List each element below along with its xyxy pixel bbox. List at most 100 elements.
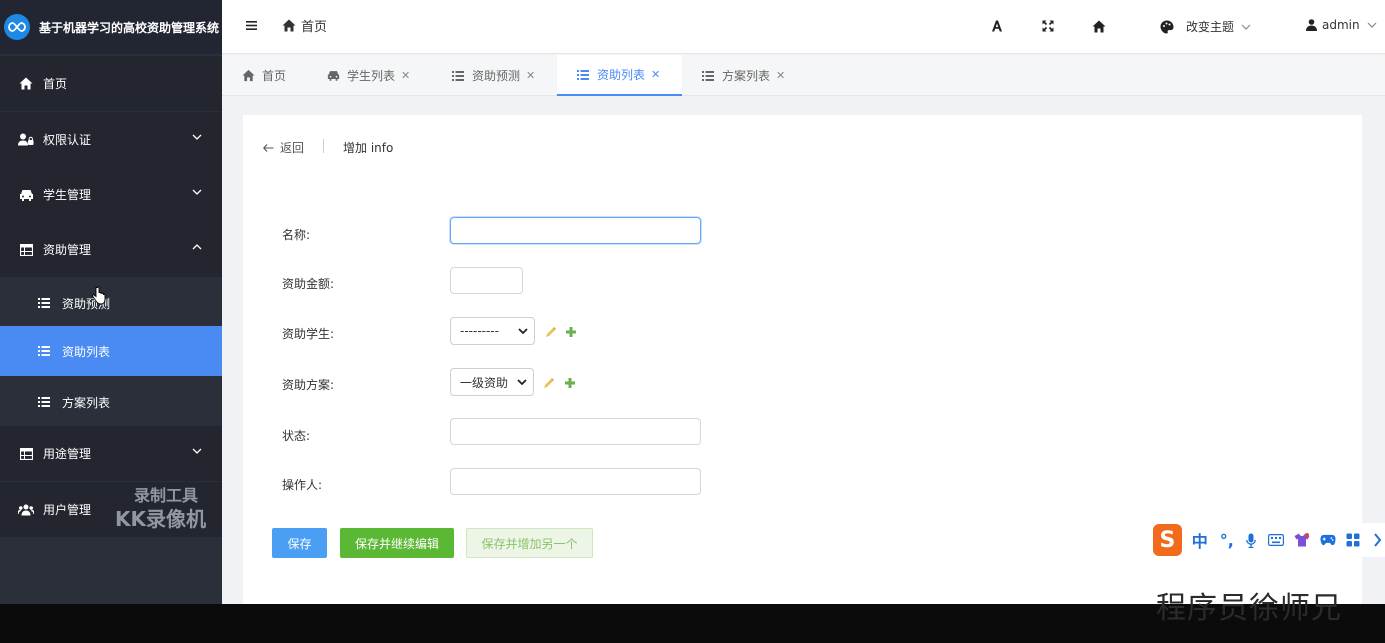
ime-punctuation[interactable]: °, bbox=[1220, 531, 1234, 550]
home-icon bbox=[282, 18, 297, 33]
list-icon bbox=[577, 68, 590, 81]
tab-home[interactable]: 首页 bbox=[222, 55, 307, 96]
ime-toolbar: S 中 °, bbox=[1152, 523, 1385, 557]
sogou-logo-icon[interactable]: S bbox=[1153, 524, 1182, 556]
save-and-add-another-button[interactable]: 保存并增加另一个 bbox=[466, 528, 593, 558]
close-icon[interactable]: ✕ bbox=[776, 69, 785, 82]
home-icon bbox=[18, 76, 34, 92]
amount-input[interactable] bbox=[450, 267, 523, 294]
list-icon bbox=[702, 69, 715, 82]
home-shortcut-icon[interactable] bbox=[1091, 18, 1107, 34]
plan-select-value: 一级资助 bbox=[460, 375, 509, 390]
apps-grid-icon[interactable] bbox=[1346, 532, 1360, 548]
gamepad-icon[interactable] bbox=[1320, 532, 1336, 548]
amount-label: 资助金额: bbox=[282, 277, 335, 291]
chevron-up-icon bbox=[192, 244, 202, 250]
mouse-cursor-icon bbox=[92, 286, 106, 305]
tab-label: 首页 bbox=[262, 69, 287, 83]
app-window: 基于机器学习的高校资助管理系统 首页 权限认证 学生管理 资助管理 资助预测 资… bbox=[0, 0, 1385, 604]
users-icon bbox=[18, 502, 34, 518]
divider bbox=[323, 139, 324, 153]
close-icon[interactable]: ✕ bbox=[651, 68, 660, 81]
sidebar-item-students[interactable]: 学生管理 bbox=[0, 167, 222, 222]
table-icon bbox=[18, 446, 34, 462]
chevron-down-icon bbox=[518, 328, 528, 335]
status-label: 状态: bbox=[282, 429, 311, 443]
list-icon bbox=[38, 396, 50, 408]
sidebar-item-label: 用途管理 bbox=[43, 447, 92, 461]
tab-label: 资助列表 bbox=[597, 68, 646, 82]
sidebar-item-label: 权限认证 bbox=[43, 133, 92, 147]
list-icon bbox=[38, 297, 50, 309]
breadcrumb[interactable]: 首页 bbox=[282, 16, 327, 35]
sidebar-item-label: 学生管理 bbox=[43, 188, 92, 202]
user-menu[interactable]: admin bbox=[1306, 18, 1377, 32]
tab-funding-list[interactable]: 资助列表 ✕ bbox=[557, 55, 682, 96]
home-icon bbox=[242, 69, 255, 82]
chevron-down-icon bbox=[517, 379, 527, 386]
tab-label: 方案列表 bbox=[722, 69, 771, 83]
font-size-icon[interactable] bbox=[989, 18, 1005, 34]
name-label: 名称: bbox=[282, 228, 311, 242]
tab-student-list[interactable]: 学生列表 ✕ bbox=[307, 55, 432, 96]
name-input[interactable] bbox=[450, 217, 701, 244]
tab-funding-prediction[interactable]: 资助预测 ✕ bbox=[432, 55, 557, 96]
save-and-continue-button[interactable]: 保存并继续编辑 bbox=[340, 528, 454, 558]
sidebar-subitem-label: 资助列表 bbox=[62, 344, 111, 359]
sidebar-subitem-plan-list[interactable]: 方案列表 bbox=[0, 377, 222, 427]
recorder-watermark-line2: KK录像机 bbox=[115, 507, 206, 531]
add-plus-icon[interactable] bbox=[564, 377, 576, 389]
fullscreen-icon[interactable] bbox=[1040, 18, 1056, 34]
tab-label: 资助预测 bbox=[472, 69, 521, 83]
user-icon bbox=[1306, 19, 1317, 31]
tab-plan-list[interactable]: 方案列表 ✕ bbox=[682, 55, 807, 96]
edit-pencil-icon[interactable] bbox=[543, 377, 555, 389]
menu-toggle-icon[interactable] bbox=[246, 20, 257, 31]
sidebar-item-permissions[interactable]: 权限认证 bbox=[0, 112, 222, 167]
sidebar-item-funding[interactable]: 资助管理 bbox=[0, 222, 222, 277]
app-title: 基于机器学习的高校资助管理系统 bbox=[39, 20, 220, 35]
author-watermark: 程序员徐师兄 bbox=[1156, 591, 1342, 626]
sidebar-item-label: 首页 bbox=[43, 77, 68, 91]
skin-shirt-icon[interactable] bbox=[1294, 532, 1310, 548]
student-select[interactable]: --------- bbox=[450, 317, 535, 345]
plan-label: 资助方案: bbox=[282, 378, 335, 392]
keyboard-icon[interactable] bbox=[1268, 532, 1285, 548]
edit-pencil-icon[interactable] bbox=[545, 326, 557, 338]
list-icon bbox=[452, 69, 465, 82]
status-input[interactable] bbox=[450, 418, 701, 445]
sidebar-subitem-funding-list[interactable]: 资助列表 bbox=[0, 326, 222, 376]
plan-select[interactable]: 一级资助 bbox=[450, 368, 534, 396]
microphone-icon[interactable] bbox=[1244, 532, 1258, 548]
user-name: admin bbox=[1322, 18, 1360, 32]
palette-icon bbox=[1160, 20, 1174, 33]
chevron-down-icon bbox=[1241, 24, 1251, 30]
back-label: 返回 bbox=[280, 141, 305, 155]
page-title: 增加 info bbox=[343, 141, 394, 155]
table-icon bbox=[18, 242, 34, 258]
top-header: 首页 改变主题 admin bbox=[222, 0, 1385, 54]
breadcrumb-label: 首页 bbox=[301, 20, 328, 35]
sidebar-logo[interactable]: 基于机器学习的高校资助管理系统 bbox=[0, 0, 222, 54]
close-icon[interactable]: ✕ bbox=[526, 69, 535, 82]
theme-switcher[interactable]: 改变主题 bbox=[1160, 18, 1251, 35]
student-select-value: --------- bbox=[460, 324, 499, 338]
sidebar-subitem-label: 方案列表 bbox=[62, 395, 111, 410]
list-icon bbox=[38, 345, 50, 357]
operator-input[interactable] bbox=[450, 468, 701, 495]
sidebar-item-usage[interactable]: 用途管理 bbox=[0, 426, 222, 481]
chevron-down-icon bbox=[192, 448, 202, 454]
sidebar-item-label: 用户管理 bbox=[43, 503, 92, 517]
save-button[interactable]: 保存 bbox=[272, 528, 327, 558]
more-icon[interactable] bbox=[1371, 532, 1385, 548]
tab-bar: 首页 学生列表 ✕ 资助预测 ✕ 资助列表 ✕ 方案列表 ✕ bbox=[222, 55, 1385, 96]
ime-mode[interactable]: 中 bbox=[1192, 528, 1208, 552]
back-link[interactable]: 返回 bbox=[263, 139, 304, 156]
chevron-down-icon bbox=[192, 134, 202, 140]
sidebar-subitem-funding-prediction[interactable]: 资助预测 bbox=[0, 278, 222, 328]
sidebar-item-home[interactable]: 首页 bbox=[0, 56, 222, 111]
add-plus-icon[interactable] bbox=[565, 326, 577, 338]
arrow-left-icon bbox=[263, 143, 274, 152]
close-icon[interactable]: ✕ bbox=[401, 69, 410, 82]
chevron-down-icon bbox=[192, 189, 202, 195]
